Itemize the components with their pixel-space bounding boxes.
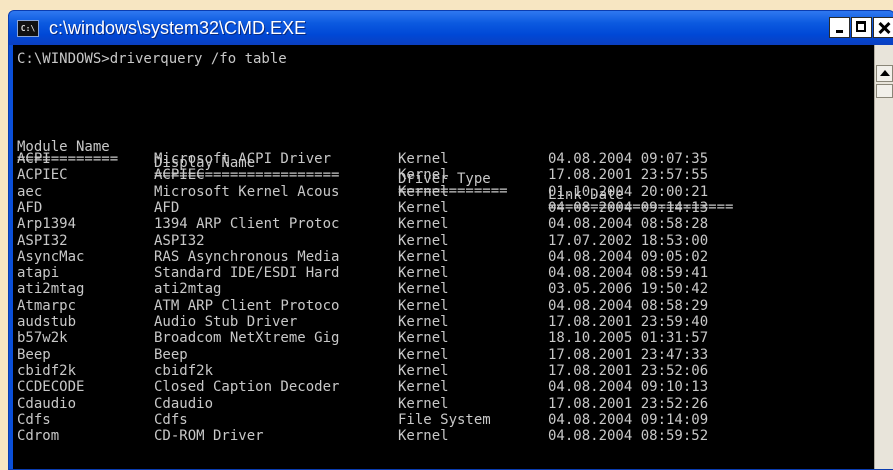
cell-driver-type: Kernel <box>398 281 449 298</box>
cell-module-name: Cdaudio <box>17 395 77 412</box>
cell-module-name: atapi <box>17 265 60 282</box>
cell-driver-type: Kernel <box>398 346 449 363</box>
cell-driver-type: Kernel <box>398 314 449 330</box>
cell-module-name: Atmarpc <box>17 297 77 314</box>
cell-link-date: 04.08.2004 08:59:52 <box>548 428 709 445</box>
scroll-thumb[interactable] <box>876 84 893 98</box>
vertical-scrollbar[interactable] <box>874 45 893 469</box>
cell-display-name: Broadcom NetXtreme Gig <box>154 330 340 347</box>
cell-link-date: 04.08.2004 09:07:35 <box>548 151 709 167</box>
cell-link-date: 04.08.2004 08:58:29 <box>548 297 709 314</box>
cell-link-date: 17.08.2001 23:59:40 <box>548 314 709 330</box>
cell-link-date: 04.08.2004 09:10:13 <box>548 379 709 396</box>
console-output[interactable]: C:\WINDOWS>driverquery /fo table Module … <box>13 45 874 469</box>
cell-display-name: cbidf2k <box>154 362 214 379</box>
cell-driver-type: Kernel <box>398 395 449 412</box>
cell-link-date: 17.08.2001 23:57:55 <box>548 167 709 184</box>
cell-module-name: ACPIEC <box>17 167 68 184</box>
cell-display-name: Microsoft ACPI Driver <box>154 151 332 167</box>
cell-driver-type: Kernel <box>398 167 449 184</box>
title-bar[interactable]: C:\ c:\windows\system32\CMD.EXE <box>9 11 893 45</box>
cell-display-name: Cdaudio <box>154 395 214 412</box>
cell-display-name: Closed Caption Decoder <box>154 379 340 396</box>
cell-driver-type: Kernel <box>398 151 449 167</box>
cell-module-name: AsyncMac <box>17 248 85 265</box>
cell-module-name: Arp1394 <box>17 216 77 233</box>
cell-link-date: 04.08.2004 08:58:28 <box>548 216 709 233</box>
cell-display-name: Beep <box>154 346 188 363</box>
cell-module-name: CCDECODE <box>17 379 85 396</box>
window-title: c:\windows\system32\CMD.EXE <box>49 18 307 38</box>
cell-link-date: 04.08.2004 09:14:09 <box>548 411 709 428</box>
cell-driver-type: Kernel <box>398 216 449 233</box>
cell-display-name: ASPI32 <box>154 232 205 249</box>
cell-link-date: 04.08.2004 08:59:41 <box>548 265 709 282</box>
cell-driver-type: Kernel <box>398 248 449 265</box>
cell-driver-type: Kernel <box>398 362 449 379</box>
separator-row: ============ ====================== ====… <box>17 135 733 215</box>
cell-module-name: Cdrom <box>17 428 60 445</box>
cell-driver-type: Kernel <box>398 232 449 249</box>
cmd-window: C:\ c:\windows\system32\CMD.EXE C:\WINDO… <box>8 10 893 470</box>
command-line: C:\WINDOWS>driverquery /fo table <box>17 51 287 67</box>
cell-driver-type: File System <box>398 411 491 428</box>
cell-link-date: 03.05.2006 19:50:42 <box>548 281 709 298</box>
cell-display-name: Standard IDE/ESDI Hard <box>154 265 340 282</box>
scroll-up-arrow-icon[interactable] <box>876 65 893 82</box>
cell-display-name: Microsoft Kernel Acous <box>154 183 340 200</box>
cell-link-date: 04.08.2004 09:05:02 <box>548 248 709 265</box>
cell-driver-type: Kernel <box>398 265 449 282</box>
cell-module-name: ASPI32 <box>17 232 68 249</box>
cell-module-name: aec <box>17 183 43 200</box>
cell-display-name: RAS Asynchronous Media <box>154 248 340 265</box>
minimize-icon[interactable] <box>829 17 850 38</box>
cell-display-name: CD-ROM Driver <box>154 428 264 445</box>
cell-display-name: Cdfs <box>154 411 188 428</box>
cell-display-name: 1394 ARP Client Protoc <box>154 216 340 233</box>
cell-module-name: AFD <box>17 199 43 216</box>
cell-display-name: Audio Stub Driver <box>154 314 298 330</box>
cell-driver-type: Kernel <box>398 297 449 314</box>
cell-display-name: ACPIEC <box>154 167 205 184</box>
cell-link-date: 17.08.2001 23:52:06 <box>548 362 709 379</box>
cell-driver-type: Kernel <box>398 183 449 200</box>
cell-module-name: Beep <box>17 346 51 363</box>
cell-module-name: audstub <box>17 314 77 330</box>
cell-driver-type: Kernel <box>398 379 449 396</box>
cell-driver-type: Kernel <box>398 330 449 347</box>
console-icon[interactable]: C:\ <box>17 20 39 37</box>
cell-module-name: cbidf2k <box>17 362 77 379</box>
cell-link-date: 04.08.2004 09:14:13 <box>548 199 709 216</box>
cell-display-name: AFD <box>154 199 180 216</box>
cell-module-name: Cdfs <box>17 411 51 428</box>
close-icon[interactable] <box>873 17 893 38</box>
cell-module-name: b57w2k <box>17 330 68 347</box>
cell-link-date: 01.10.2004 20:00:21 <box>548 183 709 200</box>
cell-display-name: ati2mtag <box>154 281 222 298</box>
maximize-icon[interactable] <box>851 17 872 38</box>
cell-link-date: 17.08.2001 23:52:26 <box>548 395 709 412</box>
cell-link-date: 17.08.2001 23:47:33 <box>548 346 709 363</box>
cell-module-name: ati2mtag <box>17 281 85 298</box>
cell-link-date: 18.10.2005 01:31:57 <box>548 330 709 347</box>
cell-link-date: 17.07.2002 18:53:00 <box>548 232 709 249</box>
cell-module-name: ACPI <box>17 151 51 167</box>
cell-driver-type: Kernel <box>398 199 449 216</box>
cell-display-name: ATM ARP Client Protoco <box>154 297 340 314</box>
cell-driver-type: Kernel <box>398 428 449 445</box>
